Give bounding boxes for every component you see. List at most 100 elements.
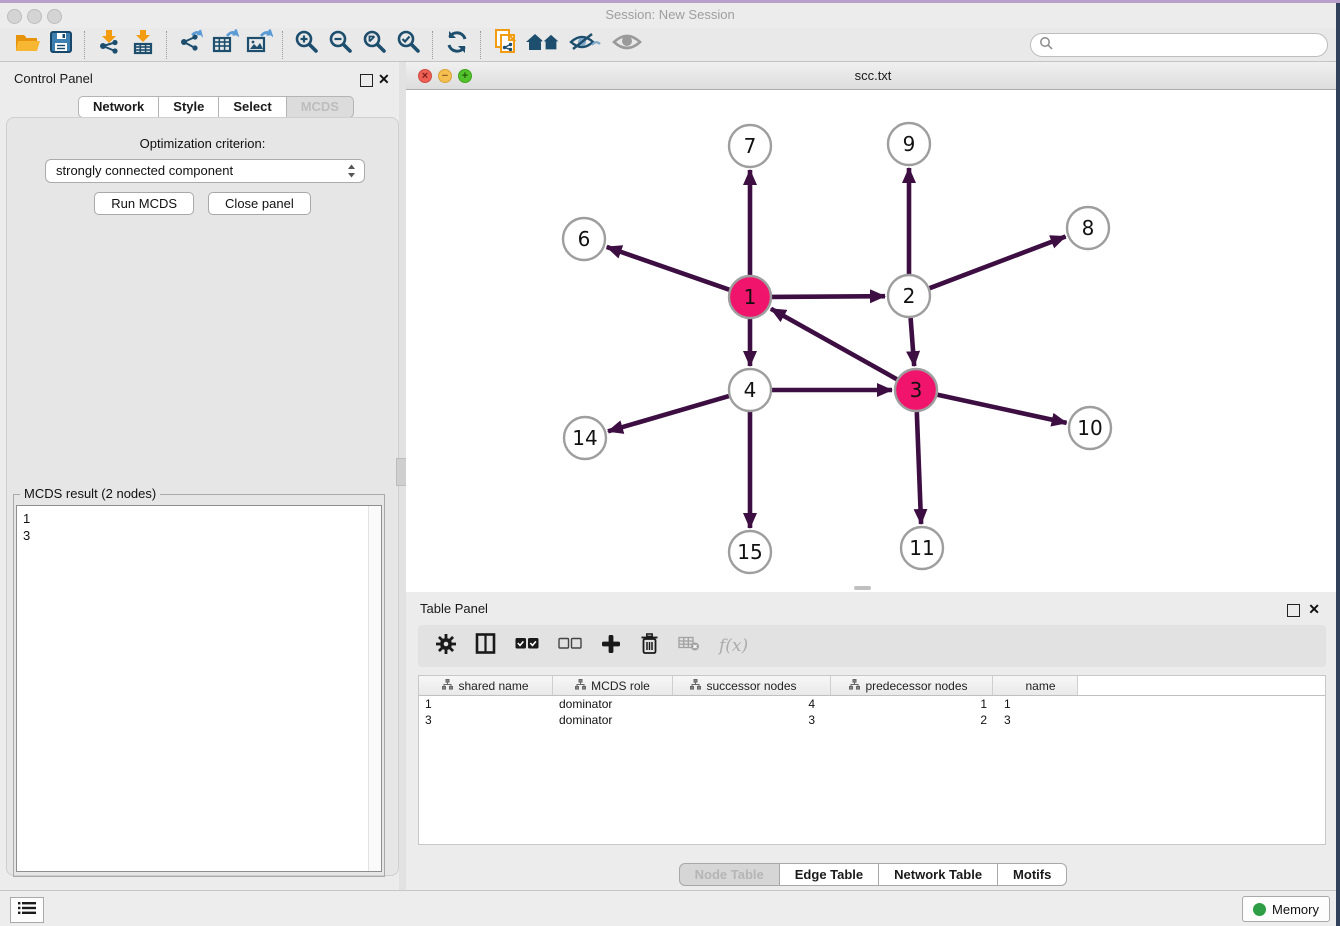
table-cell[interactable]: 3 [419, 712, 553, 728]
close-panel-button[interactable]: Close panel [208, 192, 311, 215]
graph-node-8[interactable]: 8 [1067, 207, 1109, 249]
column-header-label: MCDS role [591, 679, 650, 693]
table-cell[interactable]: 1 [993, 696, 1078, 712]
graph-node-1[interactable]: 1 [729, 276, 771, 318]
tab-motifs[interactable]: Motifs [998, 863, 1067, 886]
deselect-all-rows-button[interactable] [558, 637, 582, 655]
function-builder-button[interactable]: f(x) [719, 636, 748, 656]
show-column-button[interactable] [475, 633, 496, 659]
import-table-icon [130, 29, 156, 60]
table-cell[interactable]: 2 [831, 712, 993, 728]
table-cell[interactable]: 4 [673, 696, 831, 712]
graph-edge-2-3[interactable] [911, 318, 915, 366]
import-table-button[interactable] [126, 30, 160, 60]
column-header-shared-name[interactable]: shared name [419, 676, 553, 695]
tab-node-table[interactable]: Node Table [679, 863, 780, 886]
column-header-label: predecessor nodes [865, 679, 967, 693]
tab-mcds[interactable]: MCDS [287, 96, 354, 118]
zoom-fit-icon [362, 29, 388, 60]
panel-splitter[interactable] [399, 62, 406, 890]
graph-edge-3-10[interactable] [938, 395, 1067, 423]
main-toolbar [0, 28, 1340, 62]
export-network-icon [178, 29, 204, 60]
home-button[interactable] [522, 30, 564, 60]
export-network-button[interactable] [174, 30, 208, 60]
graph-node-4[interactable]: 4 [729, 369, 771, 411]
network-canvas[interactable]: 7 9 6 8 1 2 4 3 14 10 15 11 [406, 90, 1340, 592]
close-panel-icon[interactable]: ✕ [378, 71, 390, 88]
tab-select[interactable]: Select [219, 96, 286, 118]
column-header-name[interactable]: name [993, 676, 1078, 695]
mcds-result-textarea[interactable]: 13 [16, 505, 382, 872]
tab-network[interactable]: Network [78, 96, 159, 118]
graph-node-9[interactable]: 9 [888, 123, 930, 165]
table-cell[interactable]: 3 [993, 712, 1078, 728]
graph-node-label: 2 [903, 284, 916, 308]
select-all-rows-button[interactable] [515, 637, 539, 655]
graph-edge-1-2[interactable] [772, 296, 885, 297]
graph-node-10[interactable]: 10 [1069, 407, 1111, 449]
zoom-selected-button[interactable] [392, 30, 426, 60]
table-cell[interactable]: 3 [673, 712, 831, 728]
table-row[interactable]: 3dominator323 [419, 712, 1325, 728]
graph-edge-2-8[interactable] [930, 237, 1066, 289]
apply-layout-button[interactable] [440, 30, 474, 60]
network-graph: 7 9 6 8 1 2 4 3 14 10 15 11 [406, 90, 1340, 592]
create-column-button[interactable] [601, 634, 621, 659]
table-cell[interactable]: 1 [419, 696, 553, 712]
export-image-button[interactable] [242, 30, 276, 60]
search-box[interactable] [1030, 33, 1328, 57]
save-session-button[interactable] [44, 30, 78, 60]
graph-edge-4-14[interactable] [608, 396, 729, 431]
toolbar-separator [432, 31, 434, 59]
column-header-successor-nodes[interactable]: successor nodes [673, 676, 831, 695]
graph-node-2[interactable]: 2 [888, 275, 930, 317]
canvas-hscrollbar[interactable] [854, 586, 871, 590]
toolbar-separator [166, 31, 168, 59]
delete-table-button[interactable] [678, 636, 700, 656]
graph-edge-1-6[interactable] [607, 247, 730, 290]
graph-node-14[interactable]: 14 [564, 417, 606, 459]
graph-node-3[interactable]: 3 [895, 369, 937, 411]
table-tabs: Node TableEdge TableNetwork TableMotifs [406, 863, 1340, 886]
graph-node-6[interactable]: 6 [563, 218, 605, 260]
zoom-out-button[interactable] [324, 30, 358, 60]
table-cell[interactable]: 1 [831, 696, 993, 712]
network-window-titlebar[interactable]: × − + scc.txt [406, 62, 1340, 90]
zoom-fit-button[interactable] [358, 30, 392, 60]
hide-details-button[interactable] [564, 30, 606, 60]
delete-column-button[interactable] [640, 633, 659, 660]
column-header-mcds-role[interactable]: MCDS role [553, 676, 673, 695]
graph-edge-3-1[interactable] [771, 309, 897, 380]
tab-style[interactable]: Style [159, 96, 219, 118]
column-header-predecessor-nodes[interactable]: predecessor nodes [831, 676, 993, 695]
table-panel: Table Panel ✕ [406, 592, 1340, 890]
table-cell[interactable]: dominator [553, 712, 673, 728]
search-input[interactable] [1053, 37, 1327, 53]
network-from-selection-button[interactable] [488, 30, 522, 60]
table-settings-button[interactable] [436, 634, 456, 659]
memory-button[interactable]: Memory [1242, 896, 1330, 922]
mcds-result-scrollbar[interactable] [368, 506, 381, 871]
tab-edge-table[interactable]: Edge Table [780, 863, 879, 886]
graph-node-15[interactable]: 15 [729, 531, 771, 573]
open-session-button[interactable] [10, 30, 44, 60]
graph-node-7[interactable]: 7 [729, 125, 771, 167]
table-cell[interactable]: dominator [553, 696, 673, 712]
graph-edge-3-11[interactable] [917, 412, 921, 524]
float-panel-icon[interactable] [360, 74, 373, 87]
criterion-select[interactable]: strongly connected component [45, 159, 365, 183]
import-network-button[interactable] [92, 30, 126, 60]
graph-node-11[interactable]: 11 [901, 527, 943, 569]
table-row[interactable]: 1dominator411 [419, 696, 1325, 712]
task-history-button[interactable] [10, 897, 44, 923]
zoom-in-button[interactable] [290, 30, 324, 60]
float-table-panel-icon[interactable] [1287, 604, 1300, 617]
close-table-panel-icon[interactable]: ✕ [1308, 601, 1320, 618]
status-bar: Memory [0, 890, 1340, 926]
export-table-button[interactable] [208, 30, 242, 60]
mcds-tab-content: Optimization criterion: strongly connect… [6, 117, 399, 876]
show-details-button[interactable] [606, 30, 648, 60]
run-mcds-button[interactable]: Run MCDS [94, 192, 194, 215]
tab-network-table[interactable]: Network Table [879, 863, 998, 886]
